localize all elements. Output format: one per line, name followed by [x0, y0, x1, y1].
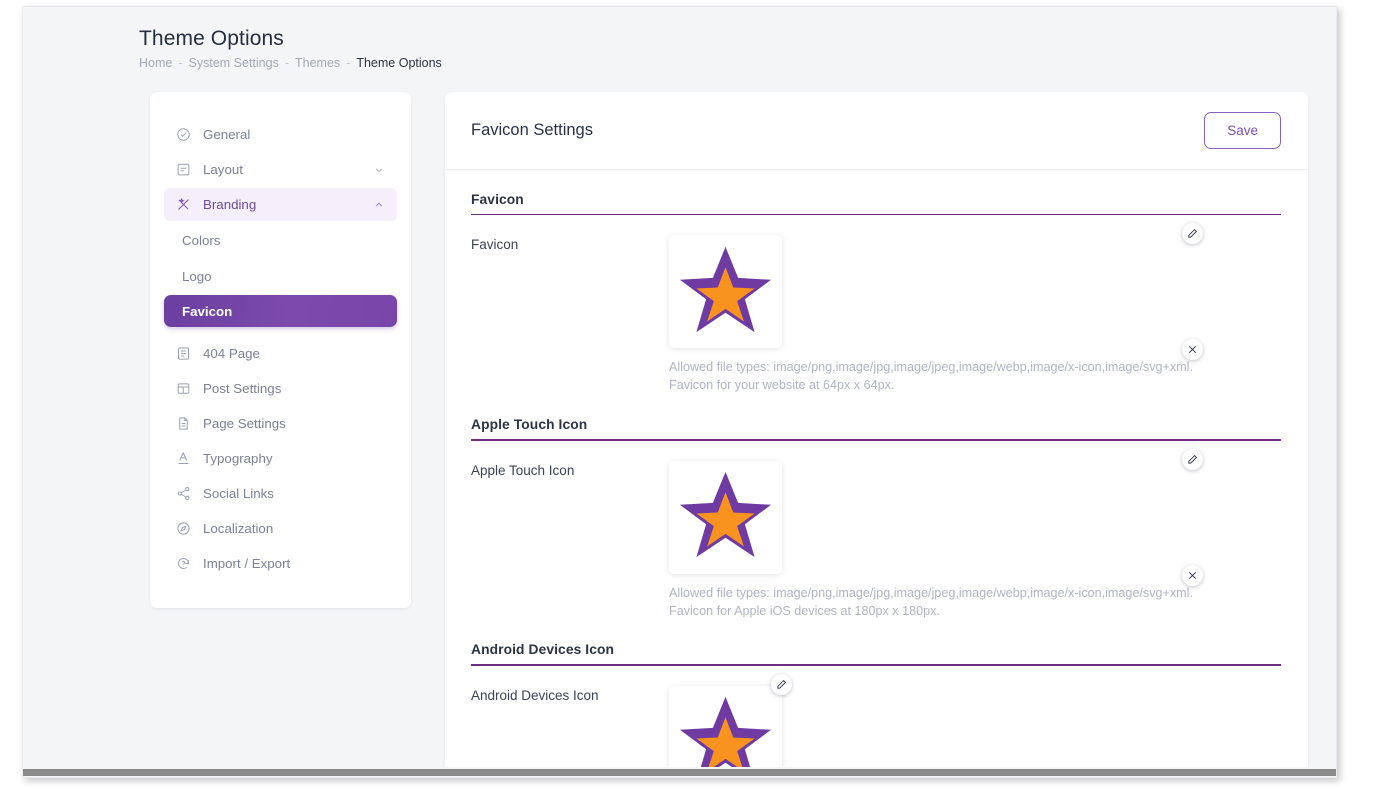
pencil-icon: [1187, 228, 1198, 239]
sidebar-item-favicon[interactable]: Favicon: [164, 295, 397, 328]
typography-icon: [175, 450, 192, 467]
sidebar-item-label: Typography: [203, 451, 273, 467]
sidebar-item-label: Branding: [203, 197, 257, 213]
apple-touch-icon-preview-thumbnail[interactable]: [669, 460, 782, 574]
page-title: Theme Options: [139, 27, 284, 50]
edit-apple-touch-icon-button[interactable]: [1181, 448, 1203, 470]
save-button[interactable]: Save: [1204, 112, 1281, 150]
sidebar-item-label: Layout: [203, 162, 243, 178]
sidebar-item-label: Page Settings: [203, 416, 286, 432]
compass-icon: [175, 520, 192, 537]
magic-wand-icon: [175, 196, 192, 213]
breadcrumb-separator: -: [346, 56, 351, 71]
breadcrumb-item-home[interactable]: Home: [139, 56, 172, 70]
sidebar-item-post-settings[interactable]: Post Settings: [164, 372, 397, 405]
breadcrumb-separator: -: [284, 56, 290, 71]
section-title: Favicon: [471, 192, 524, 208]
sidebar-item-label: 404 Page: [203, 346, 260, 362]
section-favicon: Favicon Favicon Allowed file types: imag…: [471, 192, 1281, 395]
favicon-hint: Allowed file types: image/png,image/jpg,…: [669, 359, 1193, 395]
close-icon: [1187, 570, 1198, 581]
remove-favicon-button[interactable]: [1181, 339, 1203, 361]
chevron-up-icon[interactable]: [373, 199, 385, 211]
sidebar-item-404-page[interactable]: 404 Page: [164, 337, 397, 370]
panel-title: Favicon Settings: [471, 121, 593, 140]
panel-header: Favicon Settings Save: [445, 92, 1308, 171]
page-file-icon: [175, 415, 192, 432]
field-label: Favicon: [471, 237, 519, 253]
breadcrumb-item-current: Theme Options: [356, 56, 442, 71]
breadcrumb-separator: -: [178, 56, 183, 71]
scrollbar-thumb[interactable]: [23, 769, 1336, 776]
field-row-favicon: Favicon Allowed file types: image/png,im…: [471, 215, 1281, 395]
sidebar-item-localization[interactable]: Localization: [164, 512, 397, 545]
apple-touch-icon-upload[interactable]: [669, 448, 1203, 586]
edit-favicon-button[interactable]: [1181, 223, 1203, 245]
field-label: Apple Touch Icon: [471, 462, 575, 478]
remove-apple-touch-icon-button[interactable]: [1181, 564, 1203, 586]
hint-dimensions: Favicon for Apple iOS devices at 180px x…: [669, 603, 940, 618]
sidebar-item-layout[interactable]: Layout: [164, 153, 397, 186]
hint-allowed-types: Allowed file types: image/png,image/jpg,…: [669, 360, 1193, 375]
panel-body: Favicon Favicon Allowed file types: imag…: [445, 170, 1308, 777]
document-lines-icon: [175, 345, 192, 362]
sidebar-item-label: Localization: [203, 521, 274, 537]
field-row-android-devices-icon: Android Devices Icon: [471, 666, 1281, 777]
sidebar-item-typography[interactable]: Typography: [164, 442, 397, 475]
page-frame: Theme Options Home - System Settings - T…: [22, 6, 1337, 778]
pencil-icon: [1187, 454, 1198, 465]
sidebar-item-social-links[interactable]: Social Links: [164, 477, 397, 510]
sidebar-item-label: Favicon: [182, 303, 233, 319]
post-grid-icon: [175, 380, 192, 397]
close-icon: [1187, 344, 1198, 355]
pencil-icon: [776, 679, 787, 690]
sidebar-item-colors[interactable]: Colors: [164, 223, 397, 257]
section-android-devices-icon: Android Devices Icon Android Devices Ico…: [471, 642, 1281, 777]
star-favicon-preview: [677, 466, 774, 568]
sidebar-item-page-settings[interactable]: Page Settings: [164, 407, 397, 440]
sidebar-item-branding[interactable]: Branding: [164, 188, 397, 222]
apple-touch-icon-hint: Allowed file types: image/png,image/jpg,…: [669, 585, 1193, 621]
edit-android-devices-icon-button[interactable]: [771, 673, 792, 695]
breadcrumb: Home - System Settings - Themes - Theme …: [139, 56, 1336, 70]
star-favicon-preview: [677, 241, 774, 343]
section-apple-touch-icon: Apple Touch Icon Apple Touch Icon Allowe…: [471, 417, 1281, 620]
android-devices-icon-preview-thumbnail[interactable]: [669, 685, 782, 777]
favicon-upload[interactable]: [669, 223, 1203, 361]
share-icon: [175, 485, 192, 502]
sidebar-item-logo[interactable]: Logo: [164, 259, 397, 293]
horizontal-scrollbar[interactable]: [23, 767, 1336, 777]
sidebar-item-import-export[interactable]: Import / Export: [164, 547, 397, 580]
field-row-apple-touch-icon: Apple Touch Icon Allowed file types: ima…: [471, 441, 1281, 621]
sidebar-item-label: Colors: [182, 232, 221, 248]
breadcrumb-item-themes[interactable]: Themes: [295, 56, 340, 70]
hint-dimensions: Favicon for your website at 64px x 64px.: [669, 378, 895, 393]
sidebar-item-label: Logo: [182, 268, 212, 284]
star-favicon-preview: [677, 691, 774, 777]
page-header: Theme Options Home - System Settings - T…: [23, 7, 1336, 70]
browser-viewport: Theme Options Home - System Settings - T…: [0, 0, 1387, 789]
section-title: Apple Touch Icon: [471, 417, 588, 433]
sidebar-item-general[interactable]: General: [164, 118, 397, 151]
section-title: Android Devices Icon: [471, 642, 615, 658]
settings-sidebar: General Layout Branding Colors Logo Favi…: [150, 92, 411, 609]
chevron-down-icon[interactable]: [373, 164, 385, 176]
favicon-preview-thumbnail[interactable]: [669, 235, 782, 349]
check-circle-icon: [175, 126, 192, 143]
favicon-settings-panel: Favicon Settings Save Favicon Favicon Al…: [445, 92, 1308, 777]
sidebar-item-label: Import / Export: [203, 556, 291, 572]
import-export-icon: [175, 555, 192, 572]
layout-icon: [175, 161, 192, 178]
sidebar-item-label: General: [203, 127, 251, 143]
hint-allowed-types: Allowed file types: image/png,image/jpg,…: [669, 585, 1193, 600]
content-row: General Layout Branding Colors Logo Favi…: [23, 70, 1336, 777]
sidebar-item-label: Social Links: [203, 486, 274, 502]
sidebar-item-label: Post Settings: [203, 381, 282, 397]
field-label: Android Devices Icon: [471, 687, 599, 703]
breadcrumb-item-system-settings[interactable]: System Settings: [189, 56, 279, 70]
android-devices-icon-upload[interactable]: [669, 673, 792, 777]
